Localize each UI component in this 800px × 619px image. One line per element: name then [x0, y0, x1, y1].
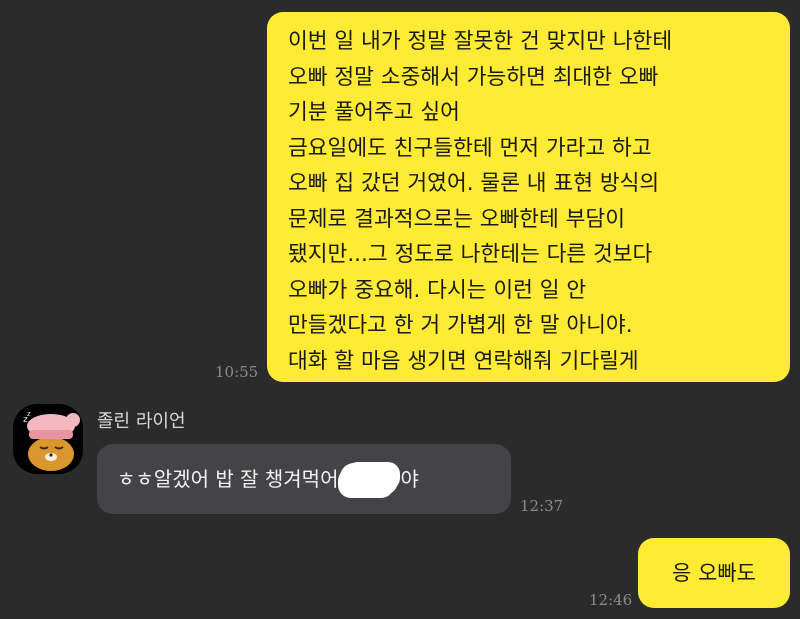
avatar-image: z z [13, 404, 83, 474]
message-text: 야 [400, 467, 419, 491]
svg-text:z: z [27, 410, 31, 418]
message-line: 금요일에도 친구들한테 먼저 가라고 하고 [288, 135, 652, 161]
message-line: 오빠 정말 소중해서 가능하면 최대한 오빠 [288, 64, 659, 90]
message-text: 응 오빠도 [672, 561, 756, 585]
message-timestamp: 12:46 [589, 591, 633, 609]
redaction-mark [340, 462, 399, 495]
message-line: 기분 풀어주고 싶어 [288, 100, 460, 125]
message-line: 문제로 결과적으로는 오빠한테 부담이 [288, 206, 625, 232]
message-line: 됐지만...그 정도로 나한테는 다른 것보다 [288, 242, 653, 267]
sent-message-bubble[interactable]: 이번 일 내가 정말 잘못한 건 맞지만 나한테 오빠 정말 소중해서 가능하면… [267, 12, 790, 382]
message-line: 오빠가 중요해. 다시는 이런 일 안 [288, 277, 587, 303]
sender-name: 졸린 라이언 [97, 411, 186, 432]
message-line: 대화 할 마음 생기면 연락해줘 기다릴게 [288, 348, 639, 374]
message-timestamp: 12:37 [520, 497, 564, 515]
sent-message-bubble[interactable]: 응 오빠도 [638, 538, 790, 608]
message-line: 만들겠다고 한 거 가볍게 한 말 아니야. [288, 313, 633, 338]
chat-room: 이번 일 내가 정말 잘못한 건 맞지만 나한테 오빠 정말 소중해서 가능하면… [0, 0, 800, 619]
message-line: 이번 일 내가 정말 잘못한 건 맞지만 나한테 [288, 29, 673, 54]
sleepy-ryan-avatar-icon[interactable]: z z [13, 404, 83, 474]
message-timestamp: 10:55 [215, 363, 259, 381]
received-message-bubble[interactable]: ㅎㅎ알겠어 밥 잘 챙겨먹어 야 [97, 444, 511, 514]
message-text: ㅎㅎ알겠어 밥 잘 챙겨먹어 [117, 467, 339, 491]
message-line: 오빠 집 갔던 거였어. 물론 내 표현 방식의 [288, 171, 660, 196]
